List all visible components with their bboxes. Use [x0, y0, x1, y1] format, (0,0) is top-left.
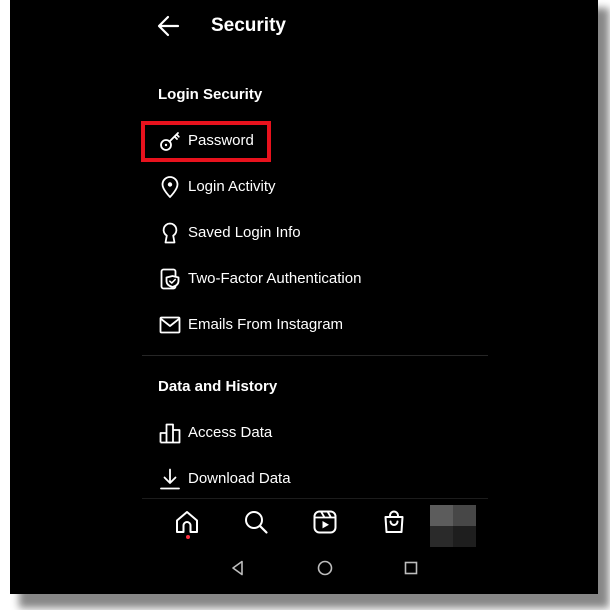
- download-icon: [160, 468, 180, 490]
- system-navigation-bar: [142, 546, 488, 590]
- back-arrow-icon[interactable]: [156, 13, 182, 39]
- menu-item-label: Login Activity: [188, 178, 276, 195]
- menu-item-label: Emails From Instagram: [188, 316, 344, 333]
- profile-avatar[interactable]: [430, 505, 476, 547]
- home-circle-icon[interactable]: [315, 558, 335, 578]
- menu-item-download-data[interactable]: Download Data: [156, 459, 496, 499]
- menu-item-label: Two-Factor Authentication: [188, 270, 362, 287]
- shop-bag-icon[interactable]: [381, 509, 407, 535]
- envelope-icon: [159, 316, 181, 334]
- menu-item-emails-from-instagram[interactable]: Emails From Instagram: [156, 305, 496, 345]
- bottom-navigation-bar: [142, 498, 488, 547]
- recents-square-icon[interactable]: [401, 558, 421, 578]
- section-header-login-security: Login Security: [158, 86, 263, 103]
- reels-icon[interactable]: [312, 509, 338, 535]
- menu-item-label: Download Data: [188, 470, 291, 487]
- shield-phone-icon: [160, 268, 180, 290]
- section-divider: [142, 355, 488, 356]
- password-highlight-box: [141, 121, 271, 162]
- phone-screen: Security Login Security Password Login A…: [10, 0, 598, 594]
- menu-item-access-data[interactable]: Access Data: [156, 413, 496, 453]
- back-triangle-icon[interactable]: [228, 558, 248, 578]
- section-header-data-and-history: Data and History: [158, 378, 278, 395]
- notification-dot: [186, 535, 190, 539]
- top-bar: Security: [10, 0, 598, 52]
- menu-item-saved-login-info[interactable]: Saved Login Info: [156, 213, 496, 253]
- bar-chart-icon: [159, 423, 181, 444]
- page-title: Security: [211, 15, 286, 36]
- menu-item-login-activity[interactable]: Login Activity: [156, 167, 496, 207]
- menu-item-label: Saved Login Info: [188, 224, 301, 241]
- menu-item-two-factor-authentication[interactable]: Two-Factor Authentication: [156, 259, 496, 299]
- search-icon[interactable]: [243, 509, 269, 535]
- keyhole-icon: [162, 222, 178, 244]
- home-icon[interactable]: [174, 509, 200, 535]
- location-pin-icon: [161, 176, 179, 198]
- menu-item-label: Access Data: [188, 424, 273, 441]
